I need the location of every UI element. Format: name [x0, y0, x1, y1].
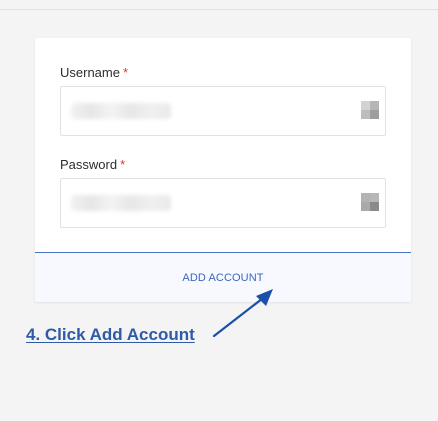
username-label-text: Username: [60, 65, 120, 80]
top-divider: [0, 9, 438, 10]
add-account-card: Username * Password * ADD ACCOUNT: [35, 38, 411, 302]
key-icon[interactable]: [361, 101, 379, 119]
password-label: Password *: [60, 157, 125, 172]
username-label: Username *: [60, 65, 128, 80]
username-required-mark: *: [122, 65, 129, 80]
key-icon[interactable]: [361, 193, 379, 211]
password-label-text: Password: [60, 157, 118, 172]
step-annotation: 4. Click Add Account: [26, 325, 195, 344]
password-required-mark: *: [120, 157, 126, 172]
password-field[interactable]: [60, 178, 386, 228]
pointer-arrow-icon: [212, 289, 273, 338]
username-redacted-value: [71, 103, 171, 119]
username-field[interactable]: [60, 86, 386, 136]
password-redacted-value: [71, 195, 171, 211]
